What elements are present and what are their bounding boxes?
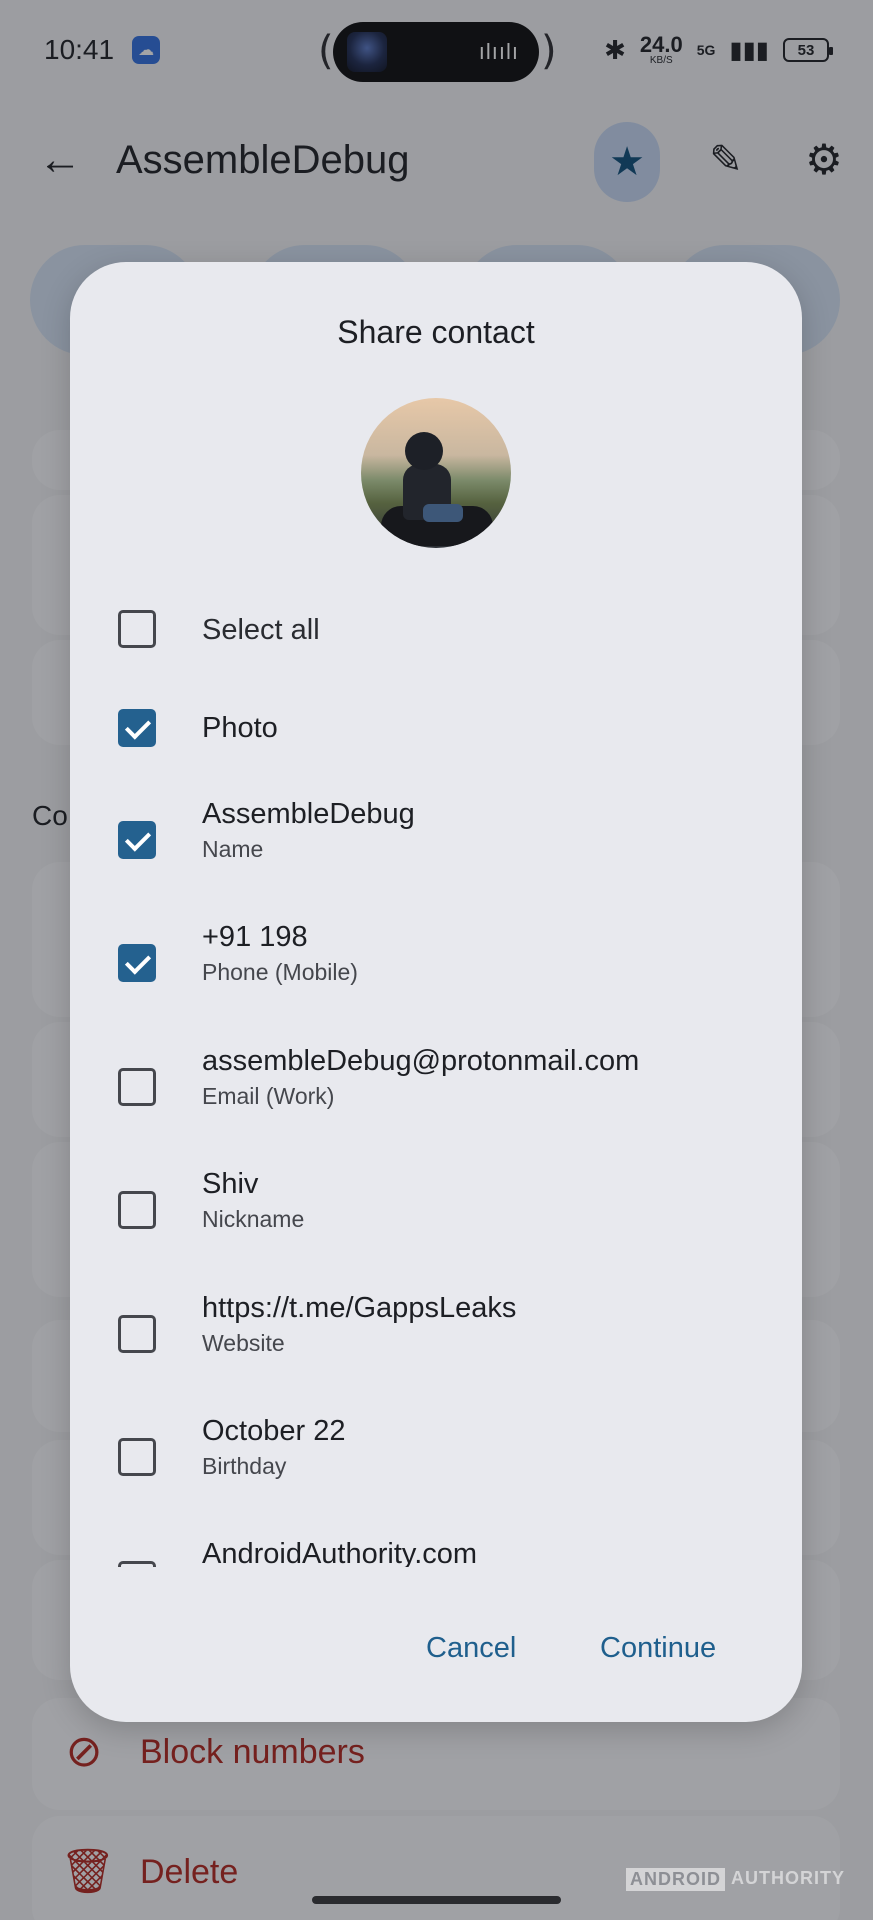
contact-avatar <box>361 398 511 548</box>
option-phone[interactable]: +91 198 Phone (Mobile) <box>70 907 802 1017</box>
other-website-checkbox[interactable] <box>118 1561 156 1567</box>
photo-checkbox[interactable] <box>118 709 156 747</box>
phone-checkbox[interactable] <box>118 944 156 982</box>
option-value: October 22 <box>202 1415 346 1447</box>
option-type: Website <box>202 1330 285 1356</box>
option-value: +91 198 <box>202 921 308 953</box>
option-value: https://t.me/GappsLeaks <box>202 1292 517 1324</box>
dialog-actions: Cancel Continue <box>70 1622 802 1692</box>
birthday-checkbox[interactable] <box>118 1438 156 1476</box>
option-value: AndroidAuthority.com <box>202 1538 478 1567</box>
avatar-helmet <box>405 432 443 470</box>
option-type: Birthday <box>202 1453 287 1479</box>
option-email[interactable]: assembleDebug@protonmail.com Email (Work… <box>70 1031 802 1141</box>
gesture-nav-bar[interactable] <box>312 1896 561 1904</box>
dialog-title: Share contact <box>337 314 535 350</box>
avatar-rider-legs <box>423 504 463 522</box>
option-type: Nickname <box>202 1206 305 1232</box>
nickname-checkbox[interactable] <box>118 1191 156 1229</box>
option-select-all[interactable]: Select all <box>70 562 802 672</box>
option-photo[interactable]: Photo <box>70 672 802 782</box>
option-value: Shiv <box>202 1168 259 1200</box>
option-birthday[interactable]: October 22 Birthday <box>70 1401 802 1511</box>
option-value: AssembleDebug <box>202 798 415 830</box>
option-website[interactable]: https://t.me/GappsLeaks Website <box>70 1278 802 1388</box>
watermark: ANDROID AUTHORITY <box>626 1868 845 1891</box>
option-value: assembleDebug@protonmail.com <box>202 1045 640 1077</box>
website-checkbox[interactable] <box>118 1315 156 1353</box>
option-other-website[interactable]: AndroidAuthority.com <box>70 1524 802 1567</box>
watermark-left: ANDROID <box>626 1868 725 1891</box>
share-options-list[interactable]: Select all Photo AssembleDebug Name +91 … <box>70 562 802 1567</box>
option-type: Email (Work) <box>202 1083 335 1109</box>
watermark-right: AUTHORITY <box>731 1868 845 1888</box>
continue-button[interactable]: Continue <box>600 1632 716 1665</box>
option-type: Name <box>202 836 264 862</box>
name-checkbox[interactable] <box>118 821 156 859</box>
option-type: Phone (Mobile) <box>202 959 358 985</box>
cancel-button[interactable]: Cancel <box>426 1632 516 1665</box>
option-label: Photo <box>202 712 278 744</box>
email-checkbox[interactable] <box>118 1068 156 1106</box>
select-all-checkbox[interactable] <box>118 610 156 648</box>
option-nickname[interactable]: Shiv Nickname <box>70 1154 802 1264</box>
option-label: Select all <box>202 614 320 646</box>
share-contact-dialog: Share contact Select all Photo AssembleD… <box>70 262 802 1722</box>
option-name[interactable]: AssembleDebug Name <box>70 784 802 894</box>
